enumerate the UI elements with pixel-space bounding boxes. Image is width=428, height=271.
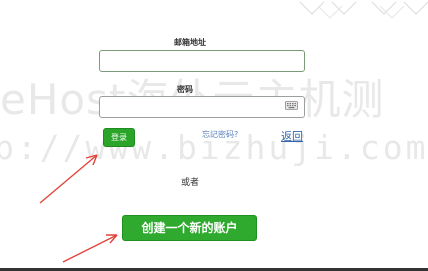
- forgot-password-link[interactable]: 忘记密码?: [202, 129, 238, 140]
- login-button[interactable]: 登录: [103, 128, 135, 147]
- email-label: 邮箱地址: [174, 38, 206, 47]
- back-link[interactable]: 返回: [281, 128, 303, 144]
- password-field[interactable]: [99, 96, 305, 118]
- create-account-button[interactable]: 创建一个新的账户: [122, 215, 257, 241]
- or-separator: 或者: [181, 178, 200, 188]
- login-page: eHost海外云主机测 p://www.bizhuji.com 邮箱地址 密码 …: [0, 0, 428, 271]
- corner-decoration: [299, 1, 428, 19]
- email-field[interactable]: [99, 50, 305, 72]
- password-label: 密码: [177, 85, 193, 94]
- arrow-to-create-account: [62, 234, 118, 263]
- keyboard-icon[interactable]: [285, 101, 298, 110]
